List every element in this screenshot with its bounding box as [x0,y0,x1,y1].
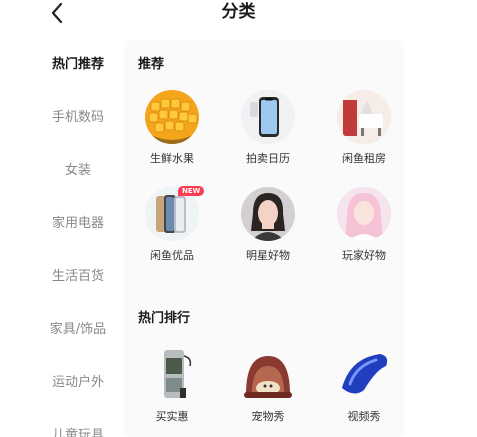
category-player-goods[interactable]: 玩家好物 [319,187,409,263]
category-label: 生鲜水果 [150,152,194,165]
category-premium[interactable]: NEW 闲鱼优品 [127,186,217,263]
sidebar-item-toys[interactable]: 儿童玩具 [38,424,118,437]
category-label: 宠物秀 [251,410,285,423]
category-label: 闲鱼租房 [342,152,386,165]
category-label: 闲鱼优品 [150,249,194,262]
category-celebrity-goods[interactable]: 明星好物 [223,187,313,263]
sidebar-item-furniture[interactable]: 家具/饰品 [38,318,118,337]
phone-icon [241,90,295,144]
mango-icon [145,90,199,144]
page-title: 分类 [221,2,256,22]
category-content: 推荐 生鲜水果 拍卖日历 闲鱼租房 NEW 闲鱼优品 明星好物 玩家好物 热门排… [124,40,404,437]
player-portrait-icon [337,187,391,241]
category-label: 视频秀 [347,410,381,423]
header: 分类 [0,0,477,40]
pet-bed-icon [238,344,298,402]
category-label: 拍卖日历 [246,152,290,165]
sidebar-item-outdoor[interactable]: 运动户外 [38,371,118,390]
section-title-hot-rank: 热门排行 [138,311,191,326]
category-sidebar: 热门推荐 手机数码 女装 家用电器 生活百货 家具/饰品 运动户外 儿童玩具 [38,40,118,437]
category-label: 玩家好物 [342,249,386,262]
sidebar-item-hot[interactable]: 热门推荐 [38,53,118,72]
sidebar-item-digital[interactable]: 手机数码 [38,106,118,125]
category-auction-calendar[interactable]: 拍卖日历 [223,90,313,166]
category-rent[interactable]: 闲鱼租房 [319,90,409,166]
category-label: 买实惠 [155,410,189,423]
category-video-show[interactable]: 视频秀 [319,344,409,424]
new-badge: NEW [178,186,205,196]
category-label: 明星好物 [246,249,290,262]
star-portrait-icon [241,187,295,241]
section-title-recommend: 推荐 [138,57,165,72]
sidebar-item-daily[interactable]: 生活百货 [38,265,118,284]
room-icon [337,90,391,144]
blue-fender-icon [334,344,394,402]
category-pet-show[interactable]: 宠物秀 [223,344,313,424]
sidebar-item-women[interactable]: 女装 [38,159,118,178]
sidebar-item-appliances[interactable]: 家用电器 [38,212,118,231]
device-icon [142,344,202,402]
category-value-deals[interactable]: 买实惠 [127,344,217,424]
category-fresh-fruit[interactable]: 生鲜水果 [127,90,217,166]
